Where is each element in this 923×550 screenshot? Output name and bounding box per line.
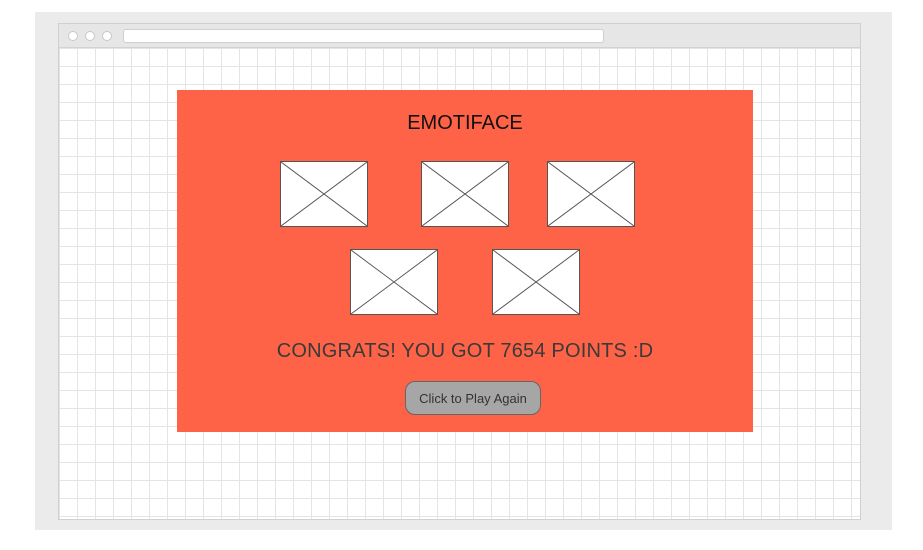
image-placeholder-5[interactable] xyxy=(492,249,580,315)
score-message: CONGRATS! YOU GOT 7654 POINTS :D xyxy=(276,340,654,362)
image-placeholder-3[interactable] xyxy=(547,161,635,227)
address-bar[interactable] xyxy=(123,29,604,43)
browser-titlebar xyxy=(59,24,860,48)
window-control-dot[interactable] xyxy=(68,31,78,41)
game-panel: EMOTIFACE CONGRATS! YOU GOT 7654 POINTS … xyxy=(177,90,753,432)
play-again-button[interactable]: Click to Play Again xyxy=(405,381,541,415)
window-control-dot[interactable] xyxy=(102,31,112,41)
image-placeholder-4[interactable] xyxy=(350,249,438,315)
game-title: EMOTIFACE xyxy=(407,112,523,134)
image-placeholder-2[interactable] xyxy=(421,161,509,227)
image-placeholder-1[interactable] xyxy=(280,161,368,227)
window-control-dot[interactable] xyxy=(85,31,95,41)
